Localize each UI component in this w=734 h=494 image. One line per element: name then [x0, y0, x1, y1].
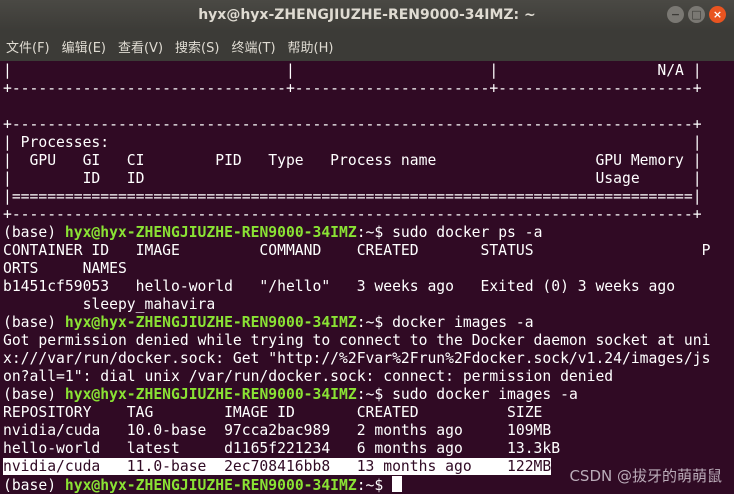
prompt-line: (base) hyx@hyx-ZHENGJIUZHE-REN9000-34IMZ… — [3, 386, 731, 404]
menu-view[interactable]: 查看(V) — [118, 37, 163, 56]
prompt-base: (base) — [3, 224, 65, 241]
prompt-sep: :~$ — [356, 386, 393, 403]
images-row: nvidia/cuda 10.0-base 97cca2bac989 2 mon… — [3, 422, 552, 439]
prompt-user: hyx@hyx-ZHENGJIUZHE-REN9000-34IMZ — [64, 224, 357, 241]
title-bar[interactable]: hyx@hyx-ZHENGJIUZHE-REN9000-34IMZ: ~ − □… — [0, 0, 734, 31]
prompt-line: (base) hyx@hyx-ZHENGJIUZHE-REN9000-34IMZ… — [3, 224, 731, 242]
nvsmi-line: | ID ID Usage | — [3, 170, 702, 187]
output-line: ORTS NAMES — [3, 260, 127, 277]
nvsmi-line: | GPU GI CI PID Type Process name GPU Me… — [3, 152, 702, 169]
window-title: hyx@hyx-ZHENGJIUZHE-REN9000-34IMZ: ~ — [198, 7, 536, 23]
menu-search[interactable]: 搜索(S) — [175, 37, 219, 56]
menu-bar: 文件(F) 编辑(E) 查看(V) 搜索(S) 终端(T) 帮助(H) — [0, 31, 734, 61]
command-text: sudo docker ps -a — [392, 224, 543, 241]
nvsmi-line: +---------------------------------------… — [3, 116, 702, 133]
menu-file[interactable]: 文件(F) — [6, 37, 50, 56]
images-header: REPOSITORY TAG IMAGE ID CREATED SIZE — [3, 404, 543, 421]
prompt-user: hyx@hyx-ZHENGJIUZHE-REN9000-34IMZ — [64, 386, 357, 403]
watermark: CSDN @拔牙的萌萌鼠 — [569, 467, 722, 485]
menu-terminal[interactable]: 终端(T) — [231, 37, 275, 56]
prompt-line: (base) hyx@hyx-ZHENGJIUZHE-REN9000-34IMZ… — [3, 314, 731, 332]
nvsmi-line: +---------------------------------------… — [3, 206, 702, 223]
close-icon[interactable]: × — [709, 6, 726, 23]
output-line: b1451cf59053 hello-world "/hello" 3 week… — [3, 278, 676, 295]
nvsmi-line: +-------------------------------+-------… — [3, 80, 702, 97]
prompt-user: hyx@hyx-ZHENGJIUZHE-REN9000-34IMZ — [64, 477, 357, 494]
command-text: docker images -a — [392, 314, 534, 331]
nvsmi-line: | Processes: | — [3, 134, 702, 151]
text-cursor — [392, 476, 403, 492]
nvsmi-line: |=======================================… — [3, 188, 702, 205]
nvsmi-line — [3, 98, 731, 116]
minimize-icon[interactable]: − — [667, 6, 684, 23]
terminal-window: hyx@hyx-ZHENGJIUZHE-REN9000-34IMZ: ~ − □… — [0, 0, 734, 494]
menu-edit[interactable]: 编辑(E) — [62, 37, 106, 56]
prompt-base: (base) — [3, 386, 65, 403]
error-line: on?all=1": dial unix /var/run/docker.soc… — [3, 368, 614, 385]
nvsmi-line: | | | N/A | — [3, 62, 702, 79]
output-line: sleepy_mahavira — [3, 296, 216, 313]
error-line: x:///var/run/docker.sock: Get "http://%2… — [3, 350, 711, 367]
prompt-sep: :~$ — [356, 477, 393, 494]
images-row: hello-world latest d1165f221234 6 months… — [3, 440, 561, 457]
prompt-sep: :~$ — [356, 314, 393, 331]
prompt-base: (base) — [3, 477, 65, 494]
output-line: CONTAINER ID IMAGE COMMAND CREATED STATU… — [3, 242, 711, 259]
terminal-output[interactable]: | | | N/A | +---------------------------… — [3, 62, 731, 494]
prompt-user: hyx@hyx-ZHENGJIUZHE-REN9000-34IMZ — [64, 314, 357, 331]
prompt-sep: :~$ — [356, 224, 393, 241]
maximize-icon[interactable]: □ — [688, 6, 705, 23]
window-controls: − □ × — [667, 6, 726, 23]
error-line: Got permission denied while trying to co… — [3, 332, 711, 349]
menu-help[interactable]: 帮助(H) — [288, 37, 334, 56]
command-text: sudo docker images -a — [392, 386, 578, 403]
selection-highlight[interactable]: nvidia/cuda 11.0-base 2ec708416bb8 13 mo… — [3, 458, 552, 475]
prompt-base: (base) — [3, 314, 65, 331]
